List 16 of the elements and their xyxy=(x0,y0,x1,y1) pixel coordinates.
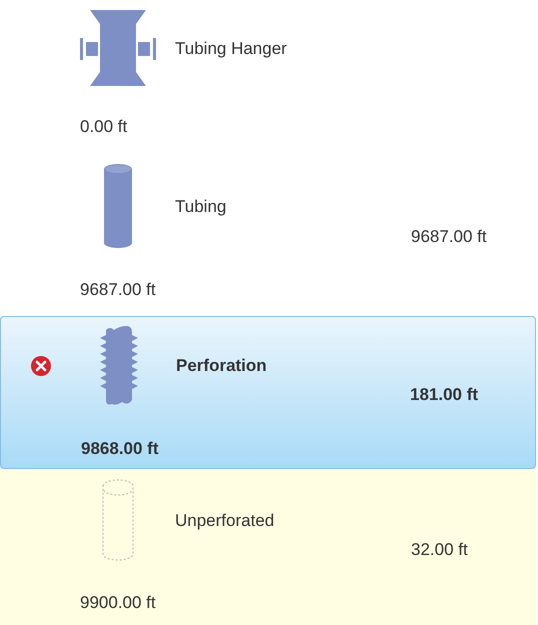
component-row[interactable]: Perforation 181.00 ft 9868.00 ft xyxy=(0,316,536,469)
tubing-hanger-icon xyxy=(80,10,156,86)
component-row[interactable]: Unperforated 32.00 ft 9900.00 ft xyxy=(0,469,536,625)
component-name: Tubing xyxy=(175,196,226,218)
component-name: Tubing Hanger xyxy=(175,38,287,60)
length-label: 32.00 ft xyxy=(411,538,468,561)
depth-label: 9687.00 ft xyxy=(80,280,156,300)
length-label: 181.00 ft xyxy=(410,384,478,406)
depth-label: 0.00 ft xyxy=(80,117,128,136)
cylinder-icon xyxy=(103,163,133,250)
length-label: 9687.00 ft xyxy=(411,226,487,248)
component-name: Perforation xyxy=(176,355,267,377)
dotted-cylinder-icon xyxy=(101,478,135,562)
depth-label: 9868.00 ft xyxy=(81,438,158,458)
component-name: Unperforated xyxy=(175,510,274,532)
depth-label: 9900.00 ft xyxy=(80,593,156,612)
